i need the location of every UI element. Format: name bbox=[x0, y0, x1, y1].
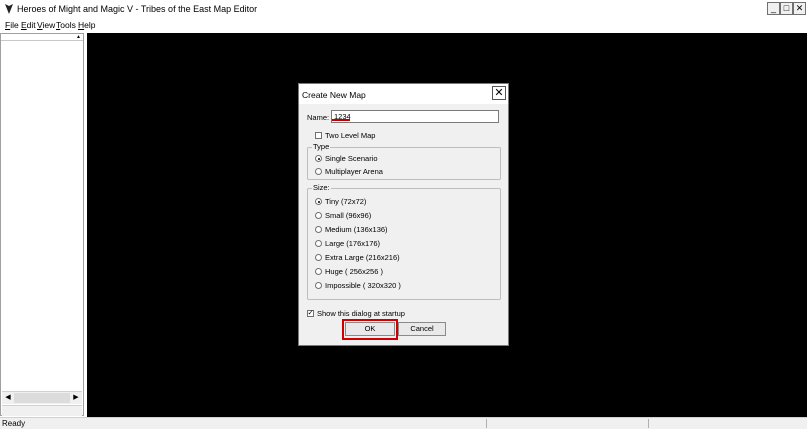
radio-size-medium[interactable] bbox=[315, 226, 322, 233]
status-separator bbox=[486, 419, 487, 428]
scroll-left-icon[interactable]: ◀ bbox=[3, 393, 13, 403]
status-bar: Ready bbox=[0, 417, 807, 429]
ok-button[interactable]: OK bbox=[345, 322, 395, 336]
radio-size-large[interactable] bbox=[315, 240, 322, 247]
radio-size-tiny[interactable] bbox=[315, 198, 322, 205]
status-text: Ready bbox=[2, 419, 26, 428]
status-separator bbox=[648, 419, 649, 428]
single-scenario-label: Single Scenario bbox=[325, 154, 378, 163]
dialog-title-bar: Create New Map ✕ bbox=[299, 84, 508, 104]
cancel-button[interactable]: Cancel bbox=[398, 322, 446, 336]
two-level-map-label: Two Level Map bbox=[325, 131, 376, 140]
menu-file[interactable]: File bbox=[5, 20, 19, 30]
size-small-label: Small (96x96) bbox=[325, 211, 372, 220]
size-extra-large-label: Extra Large (216x216) bbox=[325, 253, 400, 262]
create-new-map-dialog: Create New Map ✕ Name: 1234 Two Level Ma… bbox=[298, 83, 509, 346]
menu-view[interactable]: View bbox=[37, 20, 55, 30]
radio-size-huge[interactable] bbox=[315, 268, 322, 275]
two-level-map-checkbox[interactable] bbox=[315, 132, 322, 139]
dialog-close-icon[interactable]: ✕ bbox=[492, 86, 506, 100]
size-large-label: Large (176x176) bbox=[325, 239, 381, 248]
radio-size-impossible[interactable] bbox=[315, 282, 322, 289]
title-bar: Heroes of Might and Magic V - Tribes of … bbox=[0, 0, 807, 18]
sidebar-panel[interactable]: ▲ ◀ ▶ bbox=[0, 33, 84, 416]
close-button[interactable]: ✕ bbox=[793, 2, 806, 15]
horizontal-scrollbar[interactable]: ◀ ▶ bbox=[2, 391, 82, 404]
size-group-title: Size: bbox=[312, 183, 331, 192]
radio-single-scenario[interactable] bbox=[315, 155, 322, 162]
name-input[interactable]: 1234 bbox=[331, 110, 499, 123]
size-impossible-label: Impossible ( 320x320 ) bbox=[325, 281, 401, 290]
sidebar-header: ▲ bbox=[1, 34, 83, 41]
menu-tools[interactable]: Tools bbox=[56, 20, 76, 30]
menu-edit[interactable]: Edit bbox=[21, 20, 36, 30]
scroll-thumb[interactable] bbox=[14, 393, 70, 403]
minimize-button[interactable]: _ bbox=[767, 2, 780, 15]
size-medium-label: Medium (136x136) bbox=[325, 225, 388, 234]
collapse-icon[interactable]: ▲ bbox=[76, 34, 82, 40]
radio-size-extra-large[interactable] bbox=[315, 254, 322, 261]
radio-size-small[interactable] bbox=[315, 212, 322, 219]
name-value-underline bbox=[332, 119, 350, 121]
menu-bar: File Edit View Tools Help bbox=[0, 18, 807, 32]
dialog-title: Create New Map bbox=[302, 90, 366, 100]
app-icon bbox=[5, 4, 13, 14]
name-label: Name: bbox=[307, 113, 330, 122]
menu-help[interactable]: Help bbox=[78, 20, 95, 30]
maximize-button[interactable]: □ bbox=[780, 2, 793, 15]
window-title: Heroes of Might and Magic V - Tribes of … bbox=[17, 4, 258, 14]
type-group-title: Type bbox=[312, 142, 331, 151]
size-huge-label: Huge ( 256x256 ) bbox=[325, 267, 383, 276]
size-tiny-label: Tiny (72x72) bbox=[325, 197, 367, 206]
radio-multiplayer-arena[interactable] bbox=[315, 168, 322, 175]
multiplayer-arena-label: Multiplayer Arena bbox=[325, 167, 383, 176]
show-startup-checkbox[interactable] bbox=[307, 308, 314, 317]
show-startup-label: Show this dialog at startup bbox=[317, 309, 405, 318]
scroll-right-icon[interactable]: ▶ bbox=[71, 393, 81, 403]
sidebar-footer bbox=[2, 405, 82, 416]
